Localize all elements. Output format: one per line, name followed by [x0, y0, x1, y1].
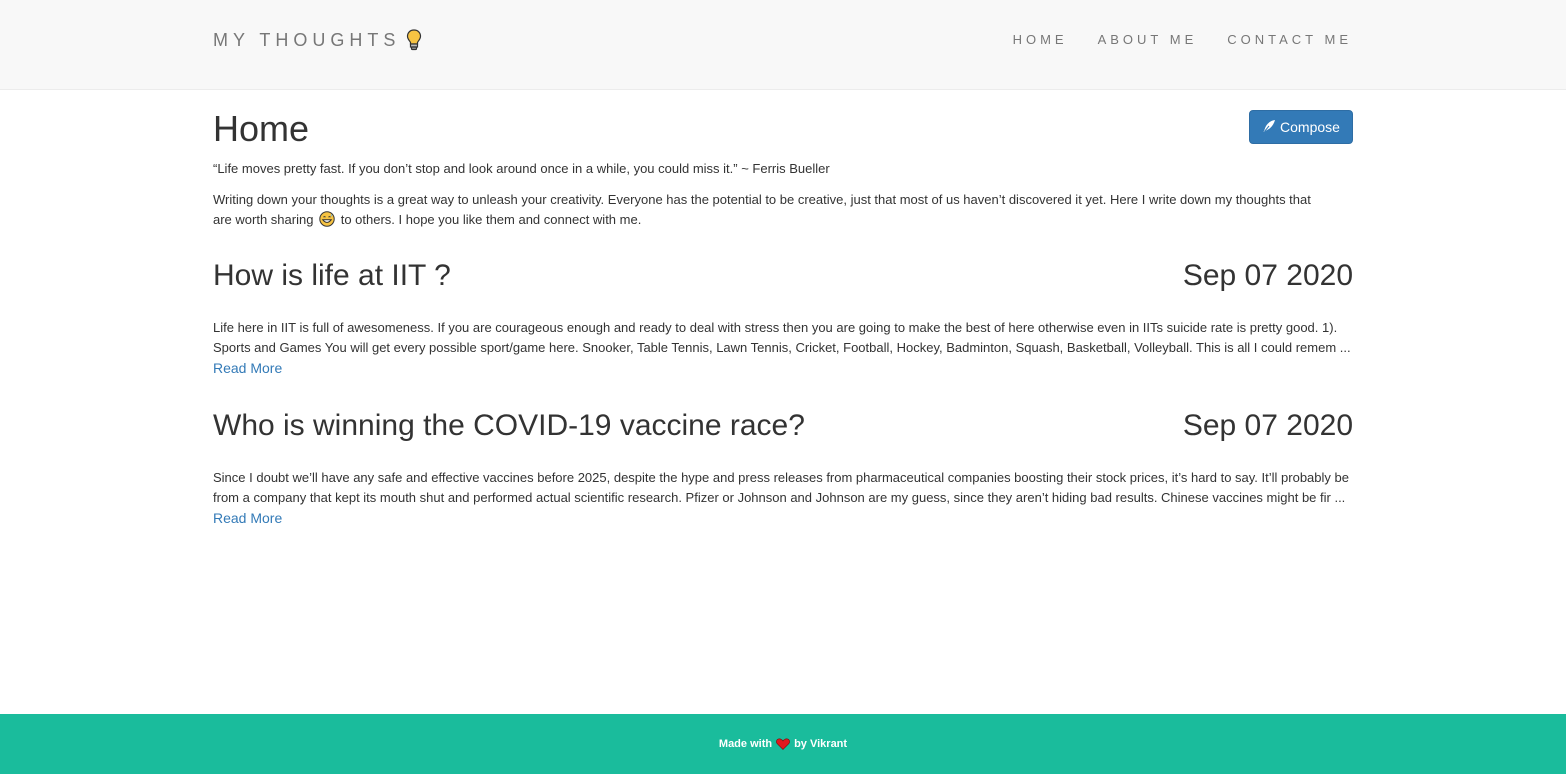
main-content: Home Compose “Life moves pretty fast. If… [213, 90, 1353, 526]
lightbulb-icon [406, 29, 422, 51]
brand-title: MY THOUGHTS [213, 29, 401, 50]
post-title: How is life at IIT ? [213, 259, 451, 292]
compose-button[interactable]: Compose [1249, 110, 1353, 144]
brand-link[interactable]: MY THOUGHTS [213, 28, 422, 52]
post-date: Sep 07 2020 [1182, 409, 1353, 442]
post-title: Who is winning the COVID-19 vaccine race… [213, 409, 805, 442]
post-excerpt-text: Life here in IIT is full of awesomeness.… [213, 320, 1351, 355]
intro-text: Writing down your thoughts is a great wa… [213, 190, 1333, 230]
post-excerpt: Since I doubt we’ll have any safe and ef… [213, 468, 1353, 529]
page-title: Home [213, 108, 310, 149]
nav-link-about[interactable]: ABOUT ME [1098, 32, 1198, 48]
nav-link-home[interactable]: HOME [1013, 32, 1068, 48]
grinning-sweat-emoji-icon [319, 211, 335, 227]
nav-links: HOME ABOUT ME CONTACT ME [983, 32, 1352, 48]
compose-label: Compose [1280, 119, 1340, 135]
navbar: MY THOUGHTS HOME ABOUT ME CONTACT ME [0, 0, 1566, 90]
post-card: How is life at IIT ? Sep 07 2020 Life he… [213, 258, 1353, 388]
footer-made-with: Made with [718, 738, 773, 750]
post-card: Who is winning the COVID-19 vaccine race… [213, 408, 1353, 538]
heart-icon [776, 738, 790, 750]
pen-icon [1262, 119, 1280, 136]
footer-author: by Vikrant [794, 738, 848, 750]
page-header: Home Compose [213, 90, 1353, 154]
read-more-link[interactable]: Read More [213, 510, 282, 526]
post-excerpt-text: Since I doubt we’ll have any safe and ef… [213, 470, 1349, 505]
intro-quote: “Life moves pretty fast. If you don’t st… [213, 161, 830, 176]
read-more-link[interactable]: Read More [213, 360, 282, 376]
post-excerpt: Life here in IIT is full of awesomeness.… [213, 318, 1353, 379]
footer: Made with by Vikrant [0, 714, 1566, 774]
intro-text-part2: to others. I hope you like them and conn… [340, 212, 642, 227]
post-date: Sep 07 2020 [1182, 259, 1353, 292]
nav-link-contact[interactable]: CONTACT ME [1227, 32, 1352, 48]
